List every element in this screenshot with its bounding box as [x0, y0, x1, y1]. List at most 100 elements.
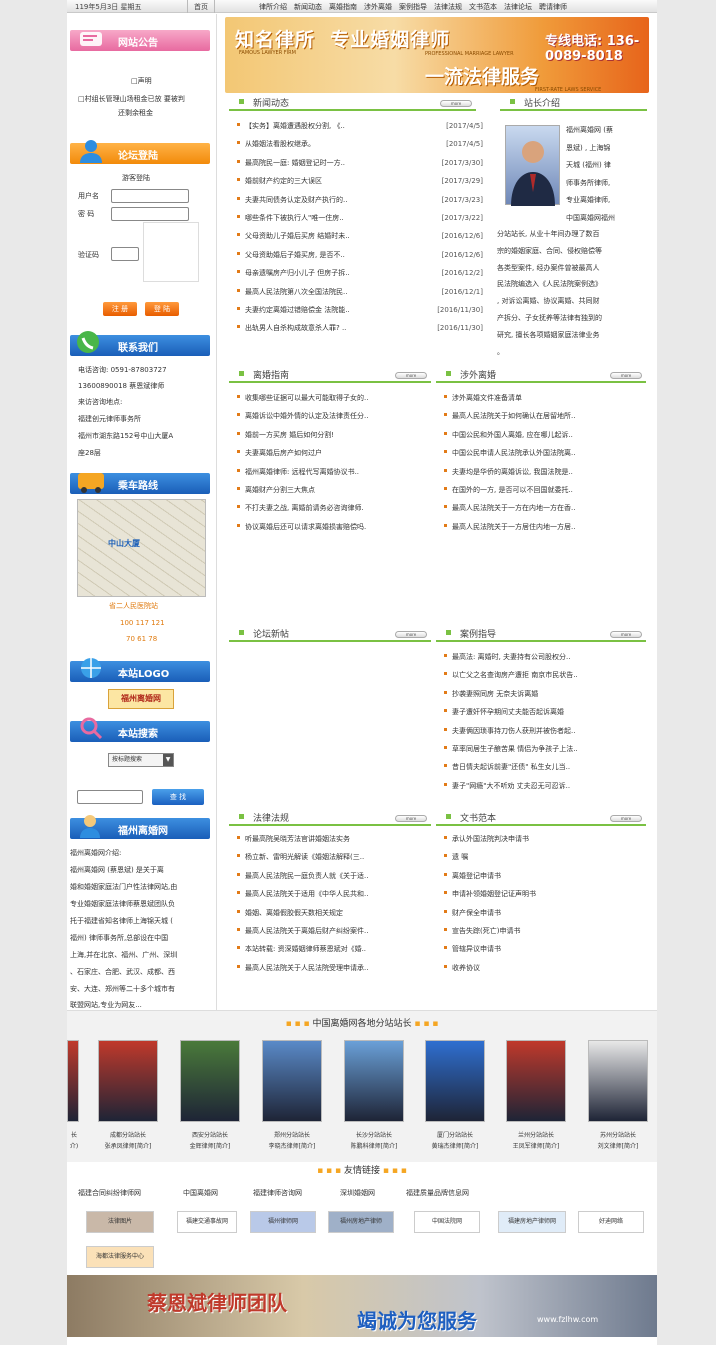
- list-item[interactable]: 草率同居生子酿苦果 情侣为争孩子上法..: [436, 740, 648, 758]
- list-item-title[interactable]: 福州离婚律师: 远程代写离婚协议书..: [245, 463, 359, 481]
- register-button[interactable]: 注 册: [103, 302, 137, 316]
- list-item[interactable]: 中国公民申请人民法院承认外国法院离..: [436, 444, 648, 462]
- list-item-title[interactable]: 哪些条件下被执行人"唯一住房..: [245, 209, 344, 227]
- list-item-title[interactable]: 最高人民法院关于人民法院受理申请承..: [245, 959, 368, 977]
- list-item[interactable]: 最高人民法院关于一方在内地一方在香..: [436, 499, 648, 517]
- list-item-title[interactable]: 母亲遗嘱房产归小儿子 但房子拆..: [245, 264, 350, 282]
- list-item[interactable]: 婚前财产约定的三大误区 [2017/3/29]: [229, 172, 487, 190]
- branch-lawyer-link[interactable]: 刘文律师[简介]: [578, 1141, 658, 1152]
- list-item-title[interactable]: 婚前财产约定的三大误区: [245, 172, 322, 190]
- notice-line[interactable]: 还剩余租金: [118, 107, 153, 120]
- captcha-image[interactable]: [143, 222, 199, 282]
- nav-item[interactable]: 法律论坛: [504, 2, 532, 12]
- footer-url[interactable]: www.fzlhw.com: [537, 1315, 598, 1324]
- list-item-title[interactable]: 夫妻共同债务认定及财产执行的..: [245, 191, 347, 209]
- login-button[interactable]: 登 陆: [145, 302, 179, 316]
- list-item[interactable]: 父母资助儿子婚后买房 结婚时未.. [2016/12/6]: [229, 227, 487, 245]
- list-item-title[interactable]: 以亡父之名查询房产遭拒 南京市民状告..: [452, 666, 578, 684]
- branch-photo[interactable]: [262, 1040, 322, 1122]
- branch-photo[interactable]: [425, 1040, 485, 1122]
- list-item[interactable]: 最高法: 离婚时, 夫妻持有公司股权分..: [436, 648, 648, 666]
- list-item-title[interactable]: 婚前一方买房 婚后如何分割!: [245, 426, 334, 444]
- list-item[interactable]: 夫妻离婚后房产如何过户: [229, 444, 434, 462]
- list-item-title[interactable]: 最高院民一庭: 婚姻登记时一方..: [245, 154, 345, 172]
- list-item[interactable]: 收集哪些证据可以最大可能取得子女的..: [229, 389, 434, 407]
- nav-item[interactable]: 文书范本: [469, 2, 497, 12]
- list-item-title[interactable]: 夫妻俩因琐事持刀伤人获刑并被伤者起..: [452, 722, 575, 740]
- list-item-title[interactable]: 申请补领婚姻登记证声明书: [452, 885, 536, 903]
- list-item-title[interactable]: 最高人民法院关于离婚后财产纠纷案件..: [245, 922, 368, 940]
- list-item-title[interactable]: 【实务】离婚遭遇股权分割, 《..: [245, 117, 345, 135]
- branch-caption[interactable]: 长沙分站站长 陈鹏科律师[简介]: [334, 1130, 414, 1152]
- branch-lawyer-link[interactable]: 黄瑞杰律师[简介]: [415, 1141, 495, 1152]
- list-item[interactable]: 夫妻约定离婚过错赔偿金 法院能.. [2016/11/30]: [229, 301, 487, 319]
- list-item[interactable]: 夫妻俩因琐事持刀伤人获刑并被伤者起..: [436, 722, 648, 740]
- list-item[interactable]: 宣告失踪(死亡)申请书: [436, 922, 648, 940]
- list-item[interactable]: 管辖异议申请书: [436, 940, 648, 958]
- list-item-title[interactable]: 最高人民法院关于一方居住内地一方居..: [452, 518, 575, 536]
- friend-link[interactable]: 中国离婚网: [183, 1187, 218, 1200]
- list-item[interactable]: 昔日情夫起诉前妻"还债" 私生女儿当..: [436, 758, 648, 776]
- list-item[interactable]: 出轨男人自杀构成故意杀人罪? .. [2016/11/30]: [229, 319, 487, 337]
- list-item-title[interactable]: 遗 嘱: [452, 848, 468, 866]
- list-item[interactable]: 涉外离婚文件准备清单: [436, 389, 648, 407]
- list-item[interactable]: 妻子"网瘾"大不听劝 丈夫忍无可忍诉..: [436, 777, 648, 795]
- notice-line[interactable]: □声明: [131, 75, 152, 88]
- list-item-title[interactable]: 最高人民法院关于适用《中华人民共和..: [245, 885, 368, 903]
- list-item-title[interactable]: 最高人民法院关于一方在内地一方在香..: [452, 499, 575, 517]
- list-item-title[interactable]: 本站转载: 资深婚姻律师蔡恩斌对《婚..: [245, 940, 366, 958]
- list-item[interactable]: 婚姻、离婚假胶假天数相关规定: [229, 904, 434, 922]
- list-item[interactable]: 听最高院吴晓芳法官讲婚姻法实务: [229, 830, 434, 848]
- list-item-title[interactable]: 涉外离婚文件准备清单: [452, 389, 522, 407]
- captcha-input[interactable]: [111, 247, 139, 261]
- friend-link[interactable]: 福建律师咨询网: [253, 1187, 302, 1200]
- friend-logo-link[interactable]: 福州房地产律师: [328, 1211, 394, 1233]
- list-item-title[interactable]: 听最高院吴晓芳法官讲婚姻法实务: [245, 830, 350, 848]
- list-item[interactable]: 在国外的一方, 是否可以不回国就委托..: [436, 481, 648, 499]
- search-type-select[interactable]: 按标题搜索 ▼: [108, 753, 174, 767]
- list-item-title[interactable]: 婚姻、离婚假胶假天数相关规定: [245, 904, 343, 922]
- list-item[interactable]: 最高人民法院关于适用《中华人民共和..: [229, 885, 434, 903]
- list-item[interactable]: 最高人民法院关于人民法院受理申请承..: [229, 959, 434, 977]
- news-more-button[interactable]: more: [440, 100, 472, 107]
- list-item-title[interactable]: 最高法: 离婚时, 夫妻持有公司股权分..: [452, 648, 570, 666]
- list-item[interactable]: 福州离婚律师: 远程代写离婚协议书..: [229, 463, 434, 481]
- branch-caption[interactable]: 西安分站站长 金辉律师[简介]: [170, 1130, 250, 1152]
- list-item[interactable]: 最高人民法院民一庭负责人就《关于适..: [229, 867, 434, 885]
- list-item[interactable]: 杨立新、雷明光解读《婚姻法解释(三..: [229, 848, 434, 866]
- search-input[interactable]: [77, 790, 143, 804]
- list-item[interactable]: 中国公民和外国人离婚, 应在哪儿起诉..: [436, 426, 648, 444]
- branch-caption[interactable]: 兰州分站站长 王凤军律师[简介]: [496, 1130, 576, 1152]
- list-item[interactable]: 夫妻共同债务认定及财产执行的.. [2017/3/23]: [229, 191, 487, 209]
- friend-logo-link[interactable]: 中国法院网: [414, 1211, 480, 1233]
- list-item-title[interactable]: 妻子遭奸怀孕期间丈夫能否起诉离婚: [452, 703, 564, 721]
- password-input[interactable]: [111, 207, 189, 221]
- friend-logo-link[interactable]: 好迪网络: [578, 1211, 644, 1233]
- list-item-title[interactable]: 在国外的一方, 是否可以不回国就委托..: [452, 481, 573, 499]
- list-item[interactable]: 收养协议: [436, 959, 648, 977]
- friend-logo-link[interactable]: 海都法律服务中心: [86, 1246, 154, 1268]
- search-button[interactable]: 查 找: [152, 789, 204, 805]
- list-item-title[interactable]: 最高人民法院民一庭负责人就《关于适..: [245, 867, 368, 885]
- list-item-title[interactable]: 离婚登记申请书: [452, 867, 501, 885]
- guest-login-link[interactable]: 游客登陆: [122, 172, 150, 185]
- home-link[interactable]: 首页: [187, 0, 215, 13]
- list-item-title[interactable]: 收养协议: [452, 959, 480, 977]
- route-map[interactable]: 中山大厦: [77, 499, 206, 597]
- list-item[interactable]: 离婚诉讼中婚外情的认定及法律责任分..: [229, 407, 434, 425]
- branch-caption[interactable]: 成都分站站长 张承凤律师[简介]: [88, 1130, 168, 1152]
- list-item[interactable]: 财产保全申请书: [436, 904, 648, 922]
- list-item[interactable]: 【实务】离婚遭遇股权分割, 《.. [2017/4/5]: [229, 117, 487, 135]
- list-item-title[interactable]: 离婚诉讼中婚外情的认定及法律责任分..: [245, 407, 368, 425]
- notice-line[interactable]: □村组长管理山场租金已放 要被判: [78, 93, 185, 106]
- list-item-title[interactable]: 最高人民法院关于如何确认在居留地所..: [452, 407, 575, 425]
- list-item[interactable]: 夫妻均是华侨的离婚诉讼, 我国法院是..: [436, 463, 648, 481]
- list-item[interactable]: 承认外国法院判决申请书: [436, 830, 648, 848]
- friend-link[interactable]: 深圳婚姻网: [340, 1187, 375, 1200]
- list-item-title[interactable]: 管辖异议申请书: [452, 940, 501, 958]
- branch-lawyer-link[interactable]: 陈鹏科律师[简介]: [334, 1141, 414, 1152]
- list-item-title[interactable]: 中国公民和外国人离婚, 应在哪儿起诉..: [452, 426, 573, 444]
- branch-lawyer-link[interactable]: 王凤军律师[简介]: [496, 1141, 576, 1152]
- nav-item[interactable]: 法律法规: [434, 2, 462, 12]
- list-item[interactable]: 以亡父之名查询房产遭拒 南京市民状告..: [436, 666, 648, 684]
